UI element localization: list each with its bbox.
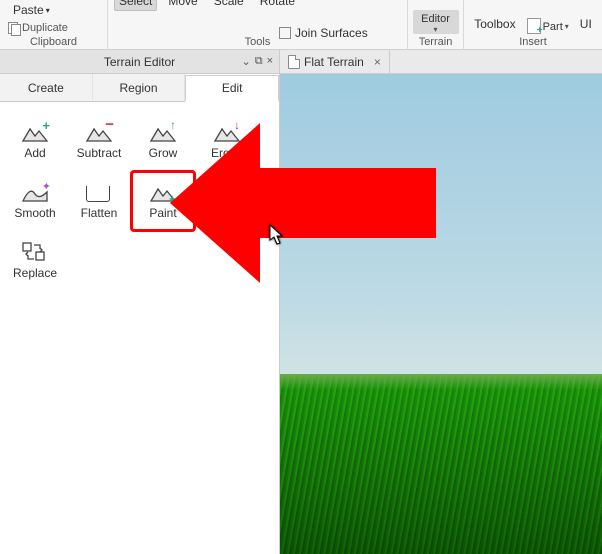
terrain-editor-label: Editor [421, 13, 450, 25]
ribbon-label-clipboard: Clipboard [0, 34, 107, 50]
tab-region[interactable]: Region [93, 74, 186, 101]
panel-title: Terrain Editor [104, 55, 175, 69]
tool-paint-label: Paint [149, 206, 176, 220]
tool-erode-label: Erode [211, 146, 243, 160]
subtract-icon: − [86, 122, 112, 144]
tool-add-label: Add [24, 146, 45, 160]
smooth-icon: ✦ [22, 182, 48, 204]
rotate-button[interactable]: Rotate [255, 0, 300, 11]
document-icon [288, 55, 300, 69]
tool-grow[interactable]: ↑ Grow [132, 112, 194, 170]
main-split: Create Region Edit + Add − S [0, 74, 602, 554]
ribbon-group-tools: Select Move Scale Rotate Join Surfaces T… [108, 0, 408, 50]
part-label: Part [543, 21, 563, 33]
add-icon: + [22, 122, 48, 144]
ribbon-group-insert: Toolbox Part ▾ UI Insert [464, 0, 602, 50]
flatten-icon [86, 182, 112, 204]
viewport-terrain [280, 374, 602, 554]
paste-label: Paste [13, 3, 44, 17]
sealevel-icon [214, 182, 240, 204]
tool-subtract[interactable]: − Subtract [68, 112, 130, 170]
tool-replace-label: Replace [13, 266, 57, 280]
paste-button[interactable]: Paste▾ [8, 0, 55, 20]
toolbox-button[interactable]: Toolbox [469, 14, 520, 34]
document-title: Flat Terrain [304, 55, 364, 69]
tool-paint[interactable]: ✦ Paint [132, 172, 194, 230]
tool-erode[interactable]: ↓ Erode [196, 112, 258, 170]
document-tab-flat-terrain[interactable]: Flat Terrain × [280, 50, 390, 73]
document-close-button[interactable]: × [374, 55, 381, 69]
ui-button[interactable]: UI [575, 14, 597, 34]
duplicate-icon [8, 22, 20, 34]
tool-smooth[interactable]: ✦ Smooth [4, 172, 66, 230]
tool-subtract-label: Subtract [77, 146, 122, 160]
app-window: Paste▾ Duplicate Clipboard Select Move S… [0, 0, 602, 554]
chevron-down-icon: ▾ [46, 6, 50, 15]
tool-flatten[interactable]: Flatten [68, 172, 130, 230]
tool-add[interactable]: + Add [4, 112, 66, 170]
part-icon [527, 18, 541, 34]
erode-icon: ↓ [214, 122, 240, 144]
panel-tab-strip: Terrain Editor ⌄ ⧉ × Flat Terrain × [0, 50, 602, 74]
ribbon-label-terrain: Terrain [408, 34, 463, 50]
duplicate-button[interactable]: Duplicate [8, 22, 68, 34]
tool-grow-label: Grow [149, 146, 178, 160]
tool-flatten-label: Flatten [81, 206, 118, 220]
ribbon-label-insert: Insert [464, 34, 602, 50]
ribbon-group-terrain: Editor ▾ Terrain [408, 0, 464, 50]
tab-create[interactable]: Create [0, 74, 93, 101]
replace-icon [22, 242, 48, 264]
part-button[interactable]: Part ▾ [527, 16, 569, 34]
duplicate-label: Duplicate [22, 22, 68, 34]
chevron-down-icon: ▾ [433, 25, 437, 34]
terrain-editor-button[interactable]: Editor ▾ [413, 10, 459, 34]
select-button[interactable]: Select [114, 0, 157, 11]
scale-button[interactable]: Scale [209, 0, 249, 11]
tool-sealevel-label: Sea Level [200, 206, 253, 220]
ribbon-group-clipboard: Paste▾ Duplicate Clipboard [0, 0, 108, 50]
tool-sealevel[interactable]: Sea Level [196, 172, 258, 230]
tool-smooth-label: Smooth [14, 206, 55, 220]
panel-popout-button[interactable]: ⧉ [255, 55, 263, 68]
paint-icon: ✦ [150, 182, 176, 204]
tab-edit[interactable]: Edit [185, 75, 279, 102]
ribbon: Paste▾ Duplicate Clipboard Select Move S… [0, 0, 602, 50]
edit-tools-grid: + Add − Subtract ↑ Grow [0, 102, 279, 300]
terrain-subtabs: Create Region Edit [0, 74, 279, 102]
panel-collapse-button[interactable]: ⌄ [241, 55, 250, 68]
tool-replace[interactable]: Replace [4, 232, 66, 290]
grow-icon: ↑ [150, 122, 176, 144]
panel-close-button[interactable]: × [267, 55, 273, 68]
ribbon-label-tools: Tools [108, 34, 407, 50]
terrain-editor-panel: Create Region Edit + Add − S [0, 74, 280, 554]
panel-header-terrain-editor[interactable]: Terrain Editor ⌄ ⧉ × [0, 50, 280, 73]
chevron-down-icon: ▾ [565, 22, 569, 31]
move-button[interactable]: Move [163, 0, 202, 11]
viewport[interactable] [280, 74, 602, 554]
